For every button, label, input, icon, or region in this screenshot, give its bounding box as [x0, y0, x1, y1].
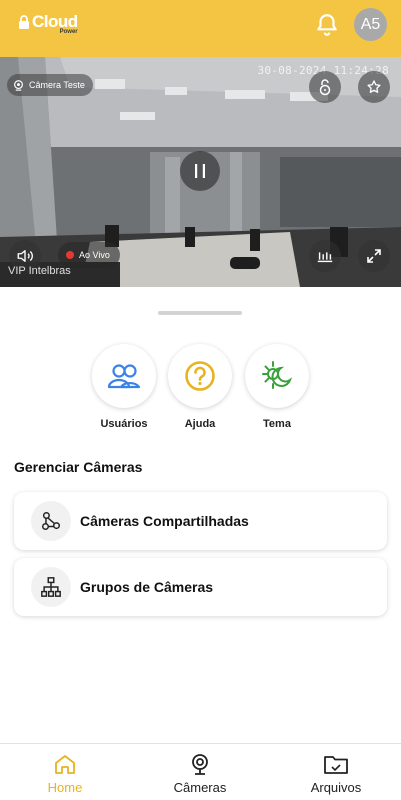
camera-name: Câmera Teste	[29, 80, 85, 90]
nav-cameras-label: Câmeras	[173, 780, 227, 795]
users-icon	[107, 364, 141, 389]
camera-groups-card[interactable]: Grupos de Câmeras	[14, 558, 387, 616]
logo-text: Cloud	[32, 12, 78, 31]
webcam-icon	[14, 79, 23, 91]
users-action[interactable]: Usuários	[91, 344, 157, 430]
live-label: Ao Vivo	[79, 250, 110, 260]
logo-subtext: Power	[59, 29, 78, 35]
camera-live-view[interactable]: Câmera Teste 30-08-2024 11:24:28 Ao Vivo…	[0, 57, 401, 287]
avatar[interactable]: A5	[354, 8, 387, 41]
favorite-button[interactable]	[358, 71, 390, 103]
volume-icon	[17, 250, 33, 262]
nav-files[interactable]: Arquivos	[296, 752, 376, 795]
pause-icon	[195, 164, 205, 178]
lock-icon	[19, 15, 29, 29]
section-title: Gerenciar Câmeras	[14, 459, 143, 475]
shared-cameras-label: Câmeras Compartilhadas	[80, 513, 249, 529]
expand-icon	[367, 249, 381, 263]
timeline-icon	[317, 252, 333, 263]
users-label: Usuários	[100, 418, 148, 430]
help-icon	[185, 361, 215, 391]
theme-label: Tema	[263, 418, 291, 430]
camera-watermark: VIP Intelbras	[8, 265, 71, 277]
shared-cameras-card[interactable]: Câmeras Compartilhadas	[14, 492, 387, 550]
camera-name-badge: Câmera Teste	[7, 74, 93, 96]
theme-action[interactable]: Tema	[244, 344, 310, 430]
help-label: Ajuda	[184, 418, 216, 430]
drag-handle[interactable]	[158, 311, 242, 315]
theme-icon	[262, 361, 293, 389]
unlock-button[interactable]	[309, 71, 341, 103]
nav-home-label: Home	[47, 780, 83, 795]
folder-icon	[324, 756, 348, 774]
timeline-button[interactable]	[309, 240, 341, 272]
hierarchy-icon	[41, 577, 61, 597]
live-dot-icon	[66, 251, 74, 259]
nav-home[interactable]: Home	[25, 752, 105, 795]
unlock-icon	[319, 79, 331, 96]
help-action[interactable]: Ajuda	[167, 344, 233, 430]
app-logo: Cloud Power	[18, 13, 78, 35]
camera-groups-label: Grupos de Câmeras	[80, 579, 214, 595]
nav-files-label: Arquivos	[310, 780, 362, 795]
bell-icon[interactable]	[314, 12, 340, 38]
nav-cameras[interactable]: Câmeras	[160, 752, 240, 795]
pause-button[interactable]	[180, 151, 220, 191]
bottom-nav: Home Câmeras Arquivos	[0, 743, 401, 800]
fullscreen-button[interactable]	[358, 240, 390, 272]
share-icon	[42, 512, 60, 530]
webcam-icon	[192, 754, 208, 775]
star-icon	[367, 80, 381, 93]
home-icon	[55, 755, 75, 774]
app-header: Cloud Power A5	[0, 0, 401, 57]
home-panel: Usuários Ajuda Tema Gerenciar Câmeras Câ…	[0, 300, 401, 743]
